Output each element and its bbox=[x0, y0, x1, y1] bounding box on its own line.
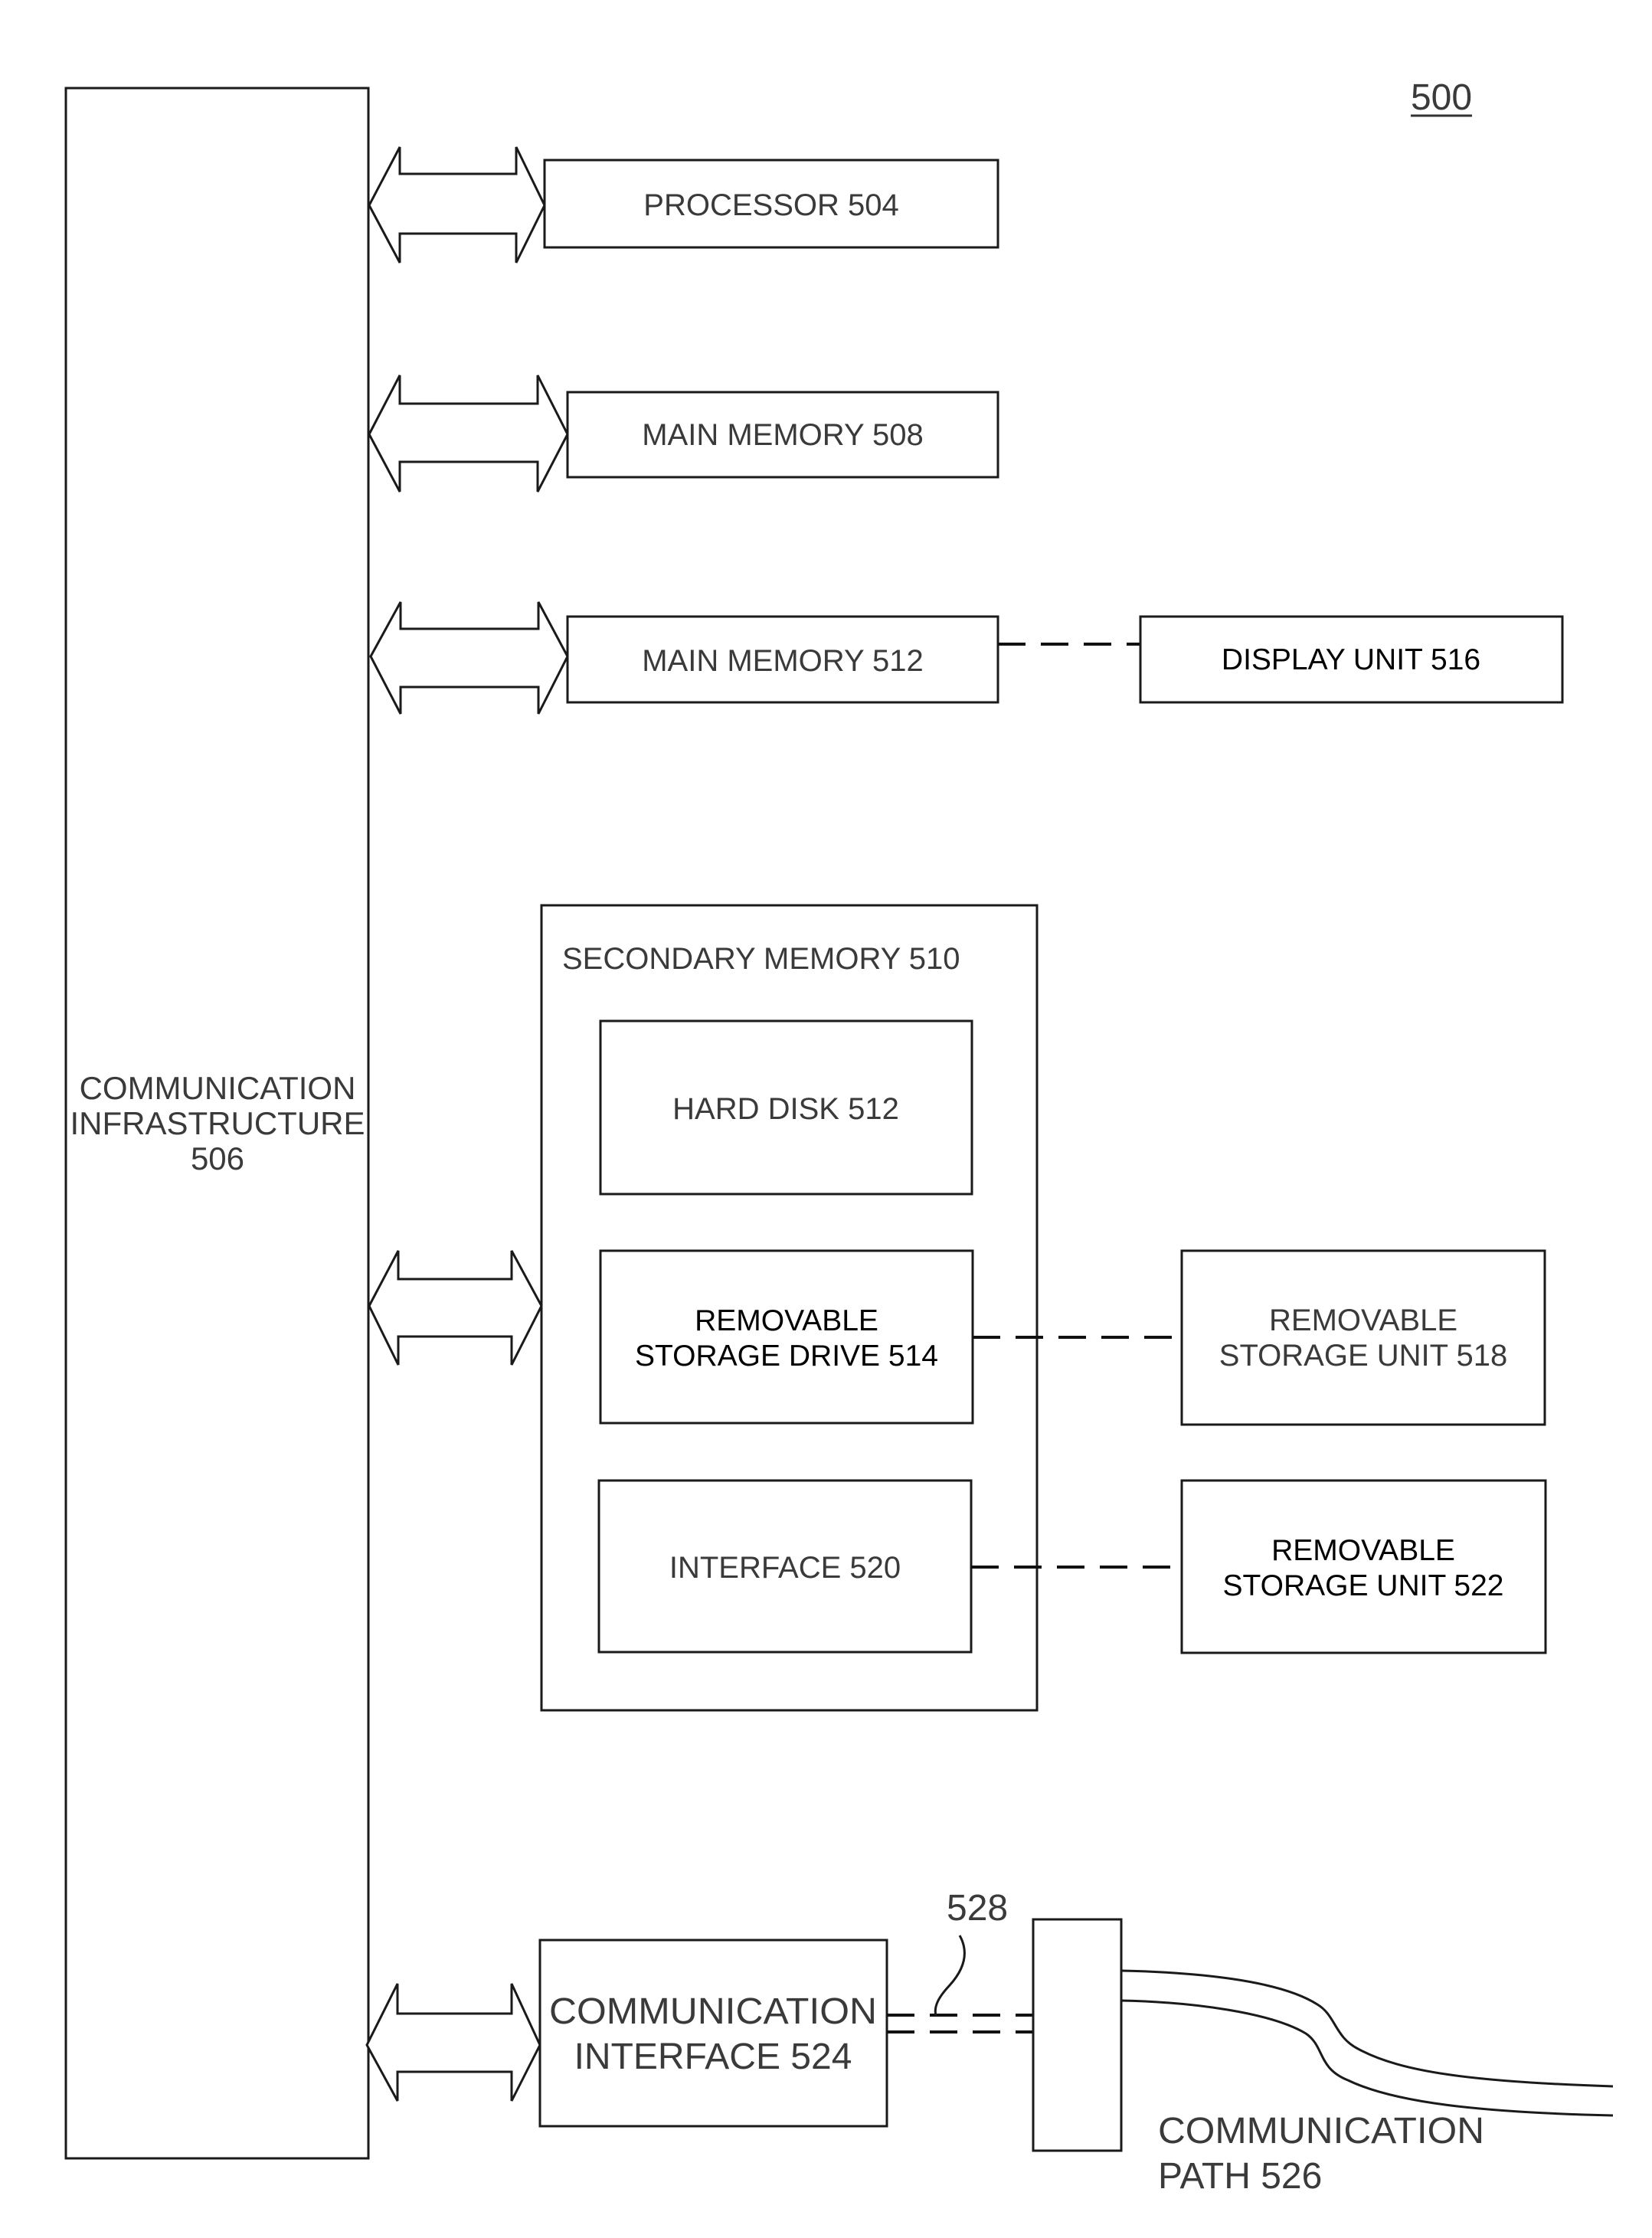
communication-interface-label-line1: COMMUNICATION bbox=[549, 1991, 877, 2032]
main-memory-512-label: MAIN MEMORY 512 bbox=[642, 644, 924, 678]
main-memory-508-label: MAIN MEMORY 508 bbox=[642, 418, 924, 452]
removable-storage-unit-518-label-line2: STORAGE UNIT 518 bbox=[1219, 1339, 1507, 1373]
signal-leader-line bbox=[934, 1935, 966, 2017]
removable-storage-drive-label-line2: STORAGE DRIVE 514 bbox=[635, 1340, 938, 1373]
bidirectional-arrow-main-memory-512 bbox=[369, 601, 569, 715]
signal-channel: 528 bbox=[887, 1888, 1033, 2034]
communication-interface: COMMUNICATION INTERFACE 524 bbox=[538, 1939, 888, 2128]
removable-storage-unit-522-label-line2: STORAGE UNIT 522 bbox=[1222, 1569, 1503, 1602]
communication-path-label-line2: PATH 526 bbox=[1158, 2156, 1322, 2197]
communication-interface-box bbox=[538, 1939, 888, 2128]
bidirectional-arrow-communication-interface bbox=[365, 1983, 541, 2102]
processor: PROCESSOR 504 bbox=[543, 159, 999, 249]
cable-lower-edge bbox=[1120, 1999, 1614, 2117]
bidirectional-arrow-processor bbox=[368, 146, 546, 263]
removable-storage-drive: REMOVABLE STORAGE DRIVE 514 bbox=[599, 1249, 974, 1425]
bidirectional-arrow-secondary-memory bbox=[368, 1250, 543, 1366]
secondary-memory: SECONDARY MEMORY 510 HARD DISK 512 REMOV… bbox=[540, 904, 1039, 1712]
connector-box bbox=[1032, 1918, 1123, 2152]
removable-storage-unit-518-label-line1: REMOVABLE bbox=[1269, 1304, 1457, 1337]
interface: INTERFACE 520 bbox=[597, 1479, 973, 1654]
display-unit: DISPLAY UNIT 516 bbox=[1139, 615, 1564, 704]
removable-storage-unit-522-label-line1: REMOVABLE bbox=[1271, 1534, 1455, 1567]
bidirectional-arrow-main-memory-508 bbox=[368, 375, 569, 492]
main-memory-508: MAIN MEMORY 508 bbox=[566, 391, 999, 479]
interface-label: INTERFACE 520 bbox=[669, 1551, 901, 1585]
hard-disk-label: HARD DISK 512 bbox=[672, 1092, 899, 1126]
figure-reference-number: 500 bbox=[1411, 77, 1472, 118]
communication-infrastructure-label-line2: INFRASTRUCTURE bbox=[70, 1105, 365, 1141]
cable-upper-edge bbox=[1120, 1969, 1614, 2088]
secondary-memory-label: SECONDARY MEMORY 510 bbox=[562, 942, 960, 976]
communication-infrastructure: COMMUNICATION INFRASTRUCTURE 506 bbox=[64, 87, 370, 2160]
figure-reference: 500 bbox=[1411, 77, 1472, 118]
removable-storage-drive-label-line1: REMOVABLE bbox=[695, 1304, 878, 1337]
removable-storage-unit-522: REMOVABLE STORAGE UNIT 522 bbox=[1180, 1479, 1547, 1654]
signal-label: 528 bbox=[947, 1888, 1008, 1929]
removable-storage-unit-518: REMOVABLE STORAGE UNIT 518 bbox=[1180, 1249, 1546, 1426]
communication-interface-label-line2: INTERFACE 524 bbox=[574, 2037, 852, 2077]
communication-infrastructure-label-line3: 506 bbox=[191, 1140, 244, 1176]
processor-label: PROCESSOR 504 bbox=[643, 188, 898, 222]
hard-disk: HARD DISK 512 bbox=[599, 1019, 973, 1196]
display-unit-label: DISPLAY UNIT 516 bbox=[1222, 643, 1480, 676]
communication-path-label-line1: COMMUNICATION bbox=[1158, 2111, 1484, 2151]
removable-storage-unit-518-box bbox=[1180, 1249, 1546, 1426]
communication-infrastructure-label-line1: COMMUNICATION bbox=[80, 1070, 356, 1106]
main-memory-512: MAIN MEMORY 512 bbox=[566, 615, 999, 704]
communication-path: COMMUNICATION PATH 526 bbox=[1120, 1969, 1614, 2197]
block-diagram: 500 COMMUNICATION INFRASTRUCTURE 506 PRO… bbox=[64, 77, 1614, 2197]
